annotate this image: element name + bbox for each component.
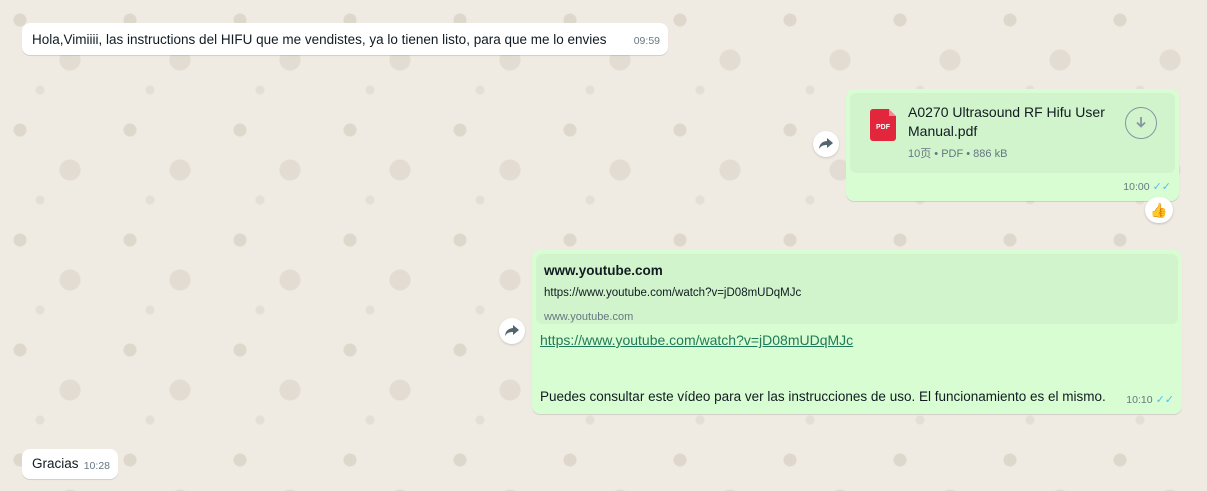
document-name: A0270 Ultrasound RF Hifu User Manual.pdf: [908, 104, 1105, 139]
outgoing-document-message[interactable]: PDF A0270 Ultrasound RF Hifu User Manual…: [846, 89, 1179, 201]
incoming-message[interactable]: Gracias 10:28: [22, 449, 118, 479]
incoming-message[interactable]: Hola,Vimiiii, las instructions del HIFU …: [22, 23, 668, 55]
link-preview-url: https://www.youtube.com/watch?v=jD08mUDq…: [544, 287, 802, 299]
pdf-file-icon: PDF: [870, 109, 896, 141]
document-info: A0270 Ultrasound RF Hifu User Manual.pdf…: [908, 103, 1113, 163]
document-meta: 10页 • PDF • 886 kB: [908, 148, 1008, 160]
thumbs-up-reaction[interactable]: 👍: [1145, 197, 1173, 223]
download-button[interactable]: [1125, 107, 1157, 139]
document-card[interactable]: PDF A0270 Ultrasound RF Hifu User Manual…: [850, 93, 1175, 173]
message-link[interactable]: https://www.youtube.com/watch?v=jD08mUDq…: [540, 331, 853, 349]
message-time: 09:59: [633, 35, 660, 47]
message-text: Puedes consultar este vídeo para ver las…: [540, 389, 1106, 404]
outgoing-link-message[interactable]: www.youtube.com https://www.youtube.com/…: [532, 250, 1182, 414]
double-check-icon: ✓✓: [1152, 181, 1171, 193]
forward-button[interactable]: [499, 318, 525, 344]
link-preview-domain: www.youtube.com: [544, 311, 634, 323]
forward-icon: [819, 138, 833, 149]
message-text: Hola,Vimiiii, las instructions del HIFU …: [32, 32, 607, 47]
message-time: 10:10 ✓✓: [1126, 394, 1174, 406]
forward-button[interactable]: [813, 131, 839, 157]
download-icon: [1136, 117, 1146, 128]
message-time: 10:28: [83, 460, 110, 472]
forward-icon: [505, 325, 519, 336]
message-time: 10:00 ✓✓: [1123, 181, 1171, 193]
link-preview[interactable]: www.youtube.com https://www.youtube.com/…: [536, 254, 1178, 324]
chat-wallpaper: [0, 0, 1207, 491]
double-check-icon: ✓✓: [1155, 394, 1174, 406]
link-preview-title: www.youtube.com: [544, 263, 663, 278]
message-text: Gracias: [32, 456, 79, 471]
